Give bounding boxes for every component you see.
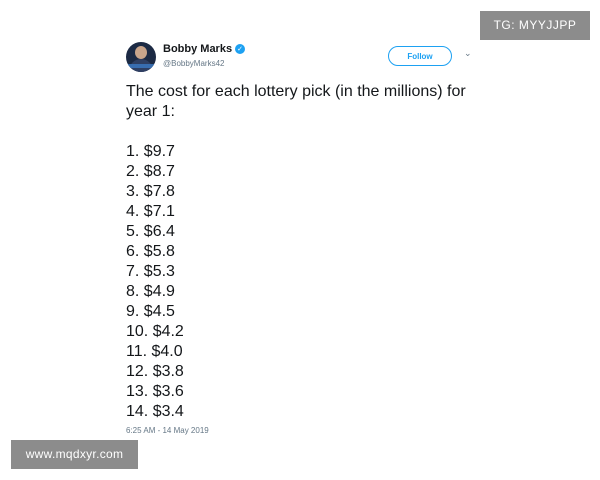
- list-item: 8. $4.9: [126, 283, 175, 300]
- list-item: 3. $7.8: [126, 183, 175, 200]
- author-display-name[interactable]: Bobby Marks: [163, 43, 232, 55]
- watermark-tag-bottom-left: www.mqdxyr.com: [11, 440, 138, 469]
- pick-cost-list: 1. $9.7 2. $8.7 3. $7.8 4. $7.1 5. $6.4 …: [126, 142, 184, 422]
- list-item: 2. $8.7: [126, 163, 175, 180]
- list-item: 6. $5.8: [126, 243, 175, 260]
- author-handle[interactable]: @BobbyMarks42: [163, 59, 224, 68]
- list-item: 12. $3.8: [126, 363, 184, 380]
- author-name-row[interactable]: Bobby Marks ✓: [163, 43, 246, 55]
- list-item: 14. $3.4: [126, 403, 184, 420]
- check-badge-icon: ✓: [235, 44, 246, 54]
- follow-button[interactable]: Follow: [388, 46, 452, 66]
- avatar-band: [126, 64, 156, 68]
- avatar-head: [135, 46, 147, 59]
- list-item: 7. $5.3: [126, 263, 175, 280]
- list-item: 11. $4.0: [126, 343, 183, 360]
- tweet-text: The cost for each lottery pick (in the m…: [126, 83, 466, 120]
- list-item: 13. $3.6: [126, 383, 184, 400]
- list-item: 4. $7.1: [126, 203, 175, 220]
- avatar[interactable]: [126, 42, 156, 72]
- list-item: 1. $9.7: [126, 143, 175, 160]
- list-item: 10. $4.2: [126, 323, 184, 340]
- watermark-tag-top-right: TG: MYYJJPP: [480, 11, 590, 40]
- chevron-down-icon[interactable]: ⌄: [464, 49, 472, 59]
- list-item: 9. $4.5: [126, 303, 175, 320]
- tweet-timestamp[interactable]: 6:25 AM - 14 May 2019: [126, 426, 209, 435]
- list-item: 5. $6.4: [126, 223, 175, 240]
